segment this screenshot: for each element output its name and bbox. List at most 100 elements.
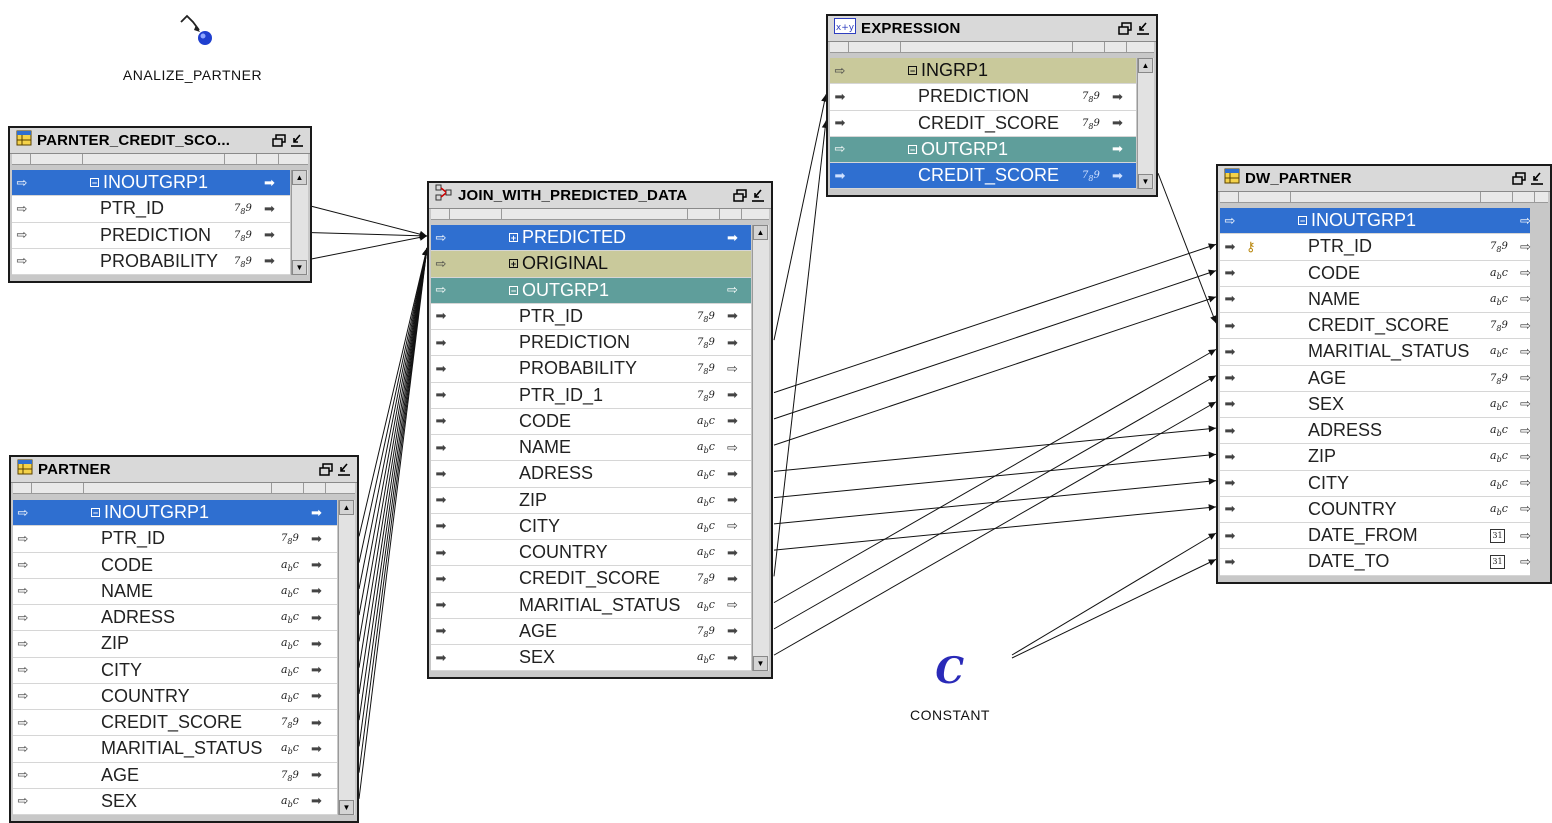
- minimize-icon[interactable]: [337, 463, 351, 476]
- input-port-icon[interactable]: ⇨: [13, 557, 33, 573]
- input-port-icon[interactable]: ⇨: [13, 741, 33, 757]
- attribute-row[interactable]: ➡ COUNTRY abc ⇨: [1220, 497, 1531, 523]
- output-port-icon[interactable]: ⇨: [727, 597, 738, 613]
- input-port-icon[interactable]: ⇨: [13, 793, 33, 809]
- output-port-icon[interactable]: ⇨: [1520, 265, 1531, 281]
- attribute-row[interactable]: ⇨ CREDIT_SCORE 789 ➡: [13, 710, 337, 737]
- output-port-icon[interactable]: ⇨: [1520, 291, 1531, 307]
- output-port-icon[interactable]: ➡: [311, 610, 322, 626]
- attribute-row[interactable]: ⇨ PROBABILITY 789 ➡: [12, 249, 290, 275]
- input-port-icon[interactable]: ➡: [431, 492, 451, 508]
- output-port-icon[interactable]: ⇨: [727, 361, 738, 377]
- input-port-icon[interactable]: ⇨: [13, 662, 33, 678]
- input-port-icon[interactable]: ➡: [1220, 265, 1240, 281]
- attribute-row[interactable]: ⇨ PTR_ID 789 ➡: [12, 196, 290, 223]
- input-port-icon[interactable]: ➡: [431, 650, 451, 666]
- input-port-icon[interactable]: ➡: [1220, 291, 1240, 307]
- input-port-icon[interactable]: ➡: [431, 413, 451, 429]
- attribute-row[interactable]: ⇨ PREDICTION 789 ➡: [12, 223, 290, 249]
- connection-line[interactable]: [773, 348, 1217, 604]
- input-port-icon[interactable]: ⇨: [12, 227, 32, 243]
- expand-icon[interactable]: +: [509, 233, 518, 243]
- connection-line[interactable]: [358, 247, 428, 799]
- output-port-icon[interactable]: ⇨: [1520, 396, 1531, 412]
- attribute-row[interactable]: ➡ NAME abc ⇨: [1220, 287, 1531, 313]
- output-port-icon[interactable]: ⇨: [1520, 475, 1531, 491]
- collapse-icon[interactable]: −: [90, 178, 99, 188]
- output-port-icon[interactable]: ➡: [311, 741, 322, 757]
- input-port-icon[interactable]: ➡: [431, 440, 451, 456]
- connection-line[interactable]: [358, 247, 428, 694]
- attribute-row[interactable]: ⇨ PTR_ID 789 ➡: [13, 526, 337, 553]
- input-port-icon[interactable]: ➡: [431, 597, 451, 613]
- output-port-icon[interactable]: ⇨: [1520, 344, 1531, 360]
- output-port-icon[interactable]: ➡: [1112, 115, 1123, 131]
- expression-scrollbar[interactable]: ▲ ▼: [1137, 58, 1154, 190]
- connection-line[interactable]: [1011, 558, 1217, 659]
- restore-icon[interactable]: [319, 463, 333, 476]
- input-port-icon[interactable]: ➡: [431, 308, 451, 324]
- collapse-icon[interactable]: −: [509, 285, 518, 295]
- attribute-row[interactable]: ⇨ SEX abc ➡: [13, 789, 337, 815]
- output-port-icon[interactable]: ⇨: [1520, 370, 1531, 386]
- attribute-group[interactable]: ⇨ − OUTGRP1 ⇨: [431, 277, 751, 304]
- attribute-row[interactable]: ➡ NAME abc ⇨: [431, 435, 751, 462]
- input-port-icon[interactable]: ⇨: [431, 256, 451, 272]
- attribute-row[interactable]: ➡ AGE 789 ⇨: [1220, 366, 1531, 392]
- connection-line[interactable]: [311, 235, 428, 260]
- attribute-row[interactable]: ⇨ AGE 789 ➡: [13, 763, 337, 789]
- input-port-icon[interactable]: ⇨: [13, 688, 33, 704]
- attribute-group[interactable]: ⇨ − INOUTGRP1 ➡: [13, 500, 337, 527]
- attribute-row[interactable]: ⇨ CITY abc ➡: [13, 658, 337, 684]
- output-port-icon[interactable]: ⇨: [727, 518, 738, 534]
- scroll-down-icon[interactable]: ▼: [292, 260, 307, 275]
- attribute-row[interactable]: ⇨ COUNTRY abc ➡: [13, 684, 337, 710]
- attribute-row[interactable]: ⇨ CODE abc ➡: [13, 553, 337, 579]
- connection-line[interactable]: [358, 247, 428, 642]
- connection-line[interactable]: [1011, 532, 1217, 656]
- attribute-row[interactable]: ➡ CREDIT_SCORE 789 ➡: [830, 111, 1136, 137]
- input-port-icon[interactable]: ➡: [1220, 475, 1240, 491]
- attribute-row[interactable]: ➡ SEX abc ⇨: [1220, 392, 1531, 418]
- attribute-group[interactable]: ⇨ − INGRP1: [830, 58, 1136, 85]
- output-port-icon[interactable]: ⇨: [1520, 423, 1531, 439]
- output-port-icon[interactable]: ⇨: [1520, 449, 1531, 465]
- attribute-row[interactable]: ➡ CITY abc ⇨: [1220, 471, 1531, 497]
- dw-operator[interactable]: DW_PARTNER ⇨ − INOUTGRP1 ⇨ ➡ ⚷ PTR_ID 789 ⇨ ➡ CODE a…: [1216, 164, 1552, 584]
- connection-line[interactable]: [358, 247, 428, 668]
- connection-line[interactable]: [358, 247, 428, 563]
- output-port-icon[interactable]: ➡: [311, 688, 322, 704]
- output-port-icon[interactable]: ➡: [311, 531, 322, 547]
- partner-operator[interactable]: PARTNER ⇨ − INOUTGRP1 ➡ ⇨ PTR_ID 789 ➡ ⇨ CODE abc ➡ ⇨…: [9, 455, 359, 823]
- input-port-icon[interactable]: ⇨: [13, 531, 33, 547]
- input-port-icon[interactable]: ⇨: [830, 63, 850, 79]
- credit-scrollbar[interactable]: ▲ ▼: [291, 170, 308, 275]
- partner-scrollbar[interactable]: ▲ ▼: [338, 500, 355, 815]
- input-port-icon[interactable]: ➡: [431, 545, 451, 561]
- output-port-icon[interactable]: ⇨: [1520, 213, 1531, 229]
- connection-line[interactable]: [773, 401, 1217, 656]
- input-port-icon[interactable]: ⇨: [13, 583, 33, 599]
- output-port-icon[interactable]: ➡: [311, 583, 322, 599]
- collapse-icon[interactable]: −: [91, 508, 100, 518]
- connection-line[interactable]: [358, 247, 428, 747]
- output-port-icon[interactable]: ⇨: [727, 440, 738, 456]
- output-port-icon[interactable]: ➡: [727, 545, 738, 561]
- scroll-up-icon[interactable]: ▲: [339, 500, 354, 515]
- minimize-icon[interactable]: [1530, 172, 1544, 185]
- attribute-row[interactable]: ➡ CITY abc ⇨: [431, 514, 751, 540]
- input-port-icon[interactable]: ⇨: [431, 282, 451, 298]
- attribute-group[interactable]: ⇨ − OUTGRP1 ➡: [830, 136, 1136, 163]
- input-port-icon[interactable]: ⇨: [431, 230, 451, 246]
- restore-icon[interactable]: [1512, 172, 1526, 185]
- attribute-row[interactable]: ➡ PROBABILITY 789 ⇨: [431, 356, 751, 383]
- output-port-icon[interactable]: ➡: [727, 650, 738, 666]
- connection-line[interactable]: [773, 506, 1217, 551]
- attribute-row[interactable]: ⇨ NAME abc ➡: [13, 579, 337, 605]
- input-port-icon[interactable]: ➡: [830, 168, 850, 184]
- connection-line[interactable]: [358, 247, 428, 721]
- input-port-icon[interactable]: ➡: [1220, 528, 1240, 544]
- input-port-icon[interactable]: ⇨: [13, 767, 33, 783]
- connection-line[interactable]: [773, 270, 1217, 420]
- output-port-icon[interactable]: ➡: [264, 253, 275, 269]
